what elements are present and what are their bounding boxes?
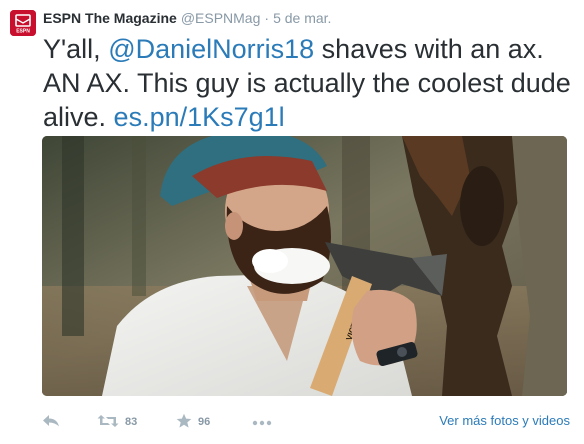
star-icon — [176, 413, 192, 432]
reply-button[interactable] — [42, 412, 60, 432]
display-name[interactable]: ESPN The Magazine — [43, 10, 177, 26]
tweet-header: ESPN The Magazine @ESPNMag · 5 de mar. — [43, 9, 331, 27]
more-dots-icon — [252, 415, 272, 429]
retweet-button[interactable]: 83 — [97, 412, 137, 432]
mention-link[interactable]: @DanielNorris18 — [108, 34, 314, 64]
timestamp[interactable]: 5 de mar. — [273, 10, 331, 26]
tweet-card: ESPN ESPN The Magazine @ESPNMag · 5 de mar.… — [0, 0, 584, 444]
avatar-logo-text: ESPN — [16, 29, 30, 35]
avatar[interactable]: ESPN — [10, 10, 36, 36]
url-link[interactable]: es.pn/1Ks7g1l — [114, 102, 285, 132]
favorite-count: 96 — [198, 416, 211, 428]
more-button[interactable] — [252, 412, 272, 432]
tweet-text-start: Y'all, — [43, 34, 109, 64]
tweet-actions: 83 96 Ver más fotos y videos — [0, 410, 584, 434]
tweet-text: Y'all, @DanielNorris18 shaves with an ax… — [43, 32, 573, 134]
more-media-link[interactable]: Ver más fotos y videos — [439, 413, 570, 428]
user-handle[interactable]: @ESPNMag — [181, 10, 261, 26]
reply-icon — [42, 414, 60, 431]
favorite-button[interactable]: 96 — [176, 412, 210, 432]
retweet-count: 83 — [125, 416, 138, 428]
retweet-icon — [97, 414, 119, 431]
tweet-photo[interactable]: VICTOR — [42, 136, 567, 396]
header-separator: · — [264, 10, 270, 26]
